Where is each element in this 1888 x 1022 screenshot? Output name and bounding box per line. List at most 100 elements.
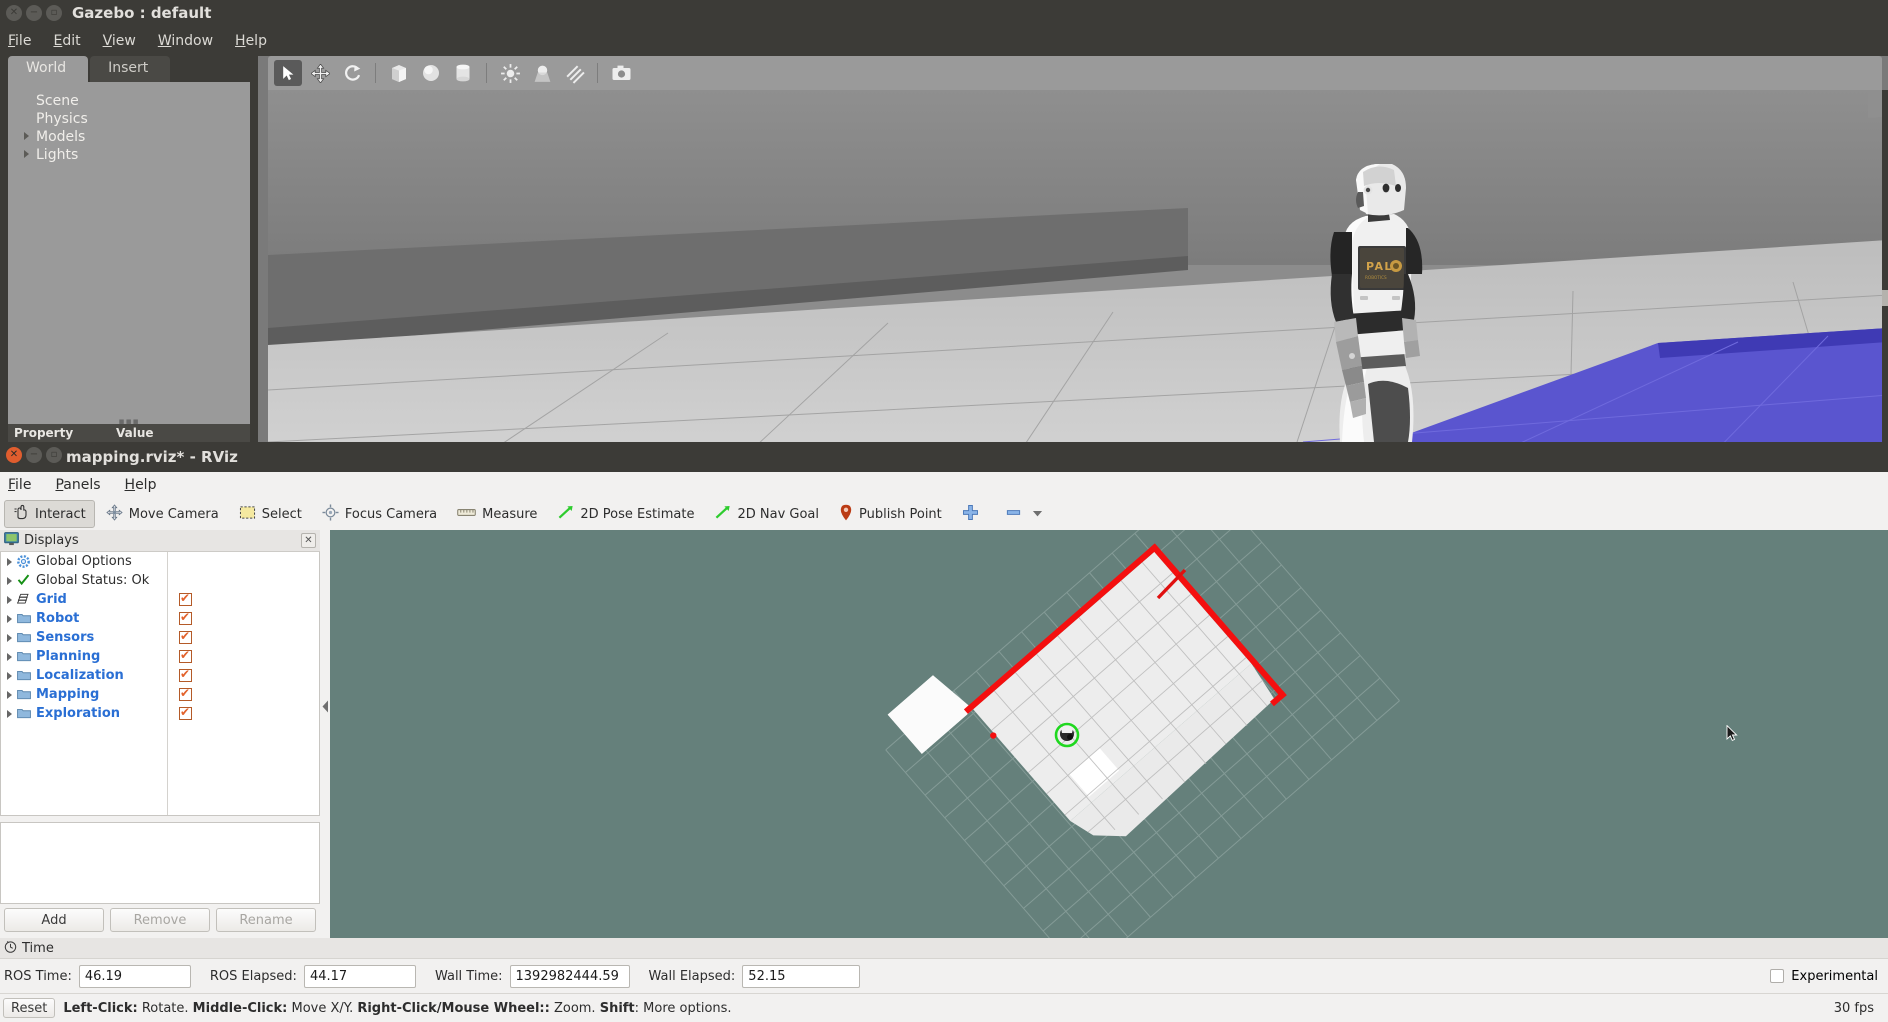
panel-resize-grip[interactable]: ▪▪▪	[8, 417, 250, 424]
display-checkbox[interactable]	[179, 707, 192, 720]
gazebo-world-tree[interactable]: Scene Physics Models Lights ▪▪▪ Property…	[8, 82, 250, 442]
rviz-menu-panels[interactable]: Panels	[55, 477, 100, 493]
experimental-checkbox[interactable]	[1770, 969, 1784, 983]
sphere-icon[interactable]	[417, 60, 445, 86]
tool-measure[interactable]: Measure	[448, 502, 546, 527]
tool-add-tool[interactable]	[953, 500, 994, 529]
display-checkbox[interactable]	[179, 650, 192, 663]
point-light-icon[interactable]	[496, 60, 524, 86]
tool-select[interactable]: Select	[230, 501, 311, 528]
gazebo-menu-bar[interactable]: File Edit View Window Help	[0, 26, 1888, 56]
rviz-3d-viewport[interactable]	[330, 530, 1888, 938]
expand-arrow-icon[interactable]	[7, 577, 12, 585]
check-icon	[17, 574, 31, 587]
wall-elapsed-input[interactable]: 52.15	[742, 965, 860, 988]
rviz-minimize-button[interactable]: −	[26, 447, 42, 463]
display-item-planning[interactable]: Planning	[1, 647, 319, 666]
rviz-window-title: mapping.rviz* - RViz	[66, 448, 238, 466]
expand-arrow-icon[interactable]	[24, 132, 29, 140]
display-checkbox[interactable]	[179, 631, 192, 644]
tool-focus-camera[interactable]: Focus Camera	[313, 500, 446, 529]
expand-arrow-icon[interactable]	[7, 672, 12, 680]
tool-remove-tool[interactable]	[996, 500, 1058, 529]
display-checkbox[interactable]	[179, 612, 192, 625]
gazebo-tab-world[interactable]: World	[8, 56, 88, 82]
expand-arrow-icon[interactable]	[7, 634, 12, 642]
displays-tree[interactable]: Global Options Global Status: Ok Grid	[0, 552, 320, 816]
gazebo-menu-help[interactable]: Help	[235, 33, 267, 49]
display-item-global-status[interactable]: Global Status: Ok	[1, 571, 319, 590]
chevron-down-icon[interactable]	[1032, 507, 1043, 522]
rviz-menu-bar[interactable]: File Panels Help	[0, 472, 1888, 498]
rviz-close-button[interactable]: ✕	[6, 447, 22, 463]
displays-buttons[interactable]: Add Remove Rename	[0, 908, 320, 932]
screenshot-icon[interactable]	[607, 60, 635, 86]
splitter-handle-icon[interactable]	[321, 698, 330, 715]
wall-time-input[interactable]: 1392982444.59	[510, 965, 630, 988]
gazebo-tab-insert[interactable]: Insert	[90, 56, 170, 82]
selection-mode-icon[interactable]	[274, 60, 302, 86]
tool-2d-pose-estimate[interactable]: 2D Pose Estimate	[548, 501, 703, 528]
grid-icon	[17, 593, 31, 606]
display-item-global-options[interactable]: Global Options	[1, 552, 319, 571]
rviz-window-controls[interactable]: ✕ − ▫	[6, 447, 62, 463]
cylinder-icon[interactable]	[449, 60, 477, 86]
expand-arrow-icon[interactable]	[7, 615, 12, 623]
add-button[interactable]: Add	[4, 908, 104, 932]
directional-light-icon[interactable]	[560, 60, 588, 86]
gazebo-tab-bar[interactable]: World Insert	[0, 56, 258, 82]
tool-publish-point[interactable]: Publish Point	[830, 500, 951, 529]
display-item-sensors[interactable]: Sensors	[1, 628, 319, 647]
time-panel: Time ROS Time: 46.19 ROS Elapsed: 44.17 …	[0, 938, 1888, 993]
box-icon[interactable]	[385, 60, 413, 86]
expand-arrow-icon[interactable]	[7, 691, 12, 699]
tool-move-camera[interactable]: Move Camera	[97, 500, 228, 529]
rviz-menu-file[interactable]: File	[8, 477, 31, 493]
gazebo-title-bar: ✕ − ▫ Gazebo : default	[0, 0, 1888, 26]
gazebo-left-panel: World Insert Scene Physics Models Lights…	[0, 56, 258, 442]
expand-arrow-icon[interactable]	[7, 596, 12, 604]
gazebo-tree-item-models[interactable]: Models	[8, 128, 250, 146]
display-checkbox[interactable]	[179, 593, 192, 606]
display-item-robot[interactable]: Robot	[1, 609, 319, 628]
spot-light-icon[interactable]	[528, 60, 556, 86]
time-panel-title: Time	[22, 941, 54, 956]
tool-interact[interactable]: Interact	[4, 500, 95, 528]
panel-splitter[interactable]	[320, 530, 330, 938]
display-item-mapping[interactable]: Mapping	[1, 685, 319, 704]
display-item-grid[interactable]: Grid	[1, 590, 319, 609]
gazebo-window: ✕ − ▫ Gazebo : default File Edit View Wi…	[0, 0, 1888, 442]
display-checkbox[interactable]	[179, 669, 192, 682]
display-checkbox[interactable]	[179, 688, 192, 701]
gazebo-vertical-scrollbar[interactable]	[1882, 90, 1888, 442]
expand-arrow-icon[interactable]	[7, 710, 12, 718]
gazebo-3d-viewport[interactable]: PAL ROBOTICS	[268, 90, 1882, 442]
tool-2d-nav-goal[interactable]: 2D Nav Goal	[705, 501, 828, 528]
gazebo-menu-window[interactable]: Window	[158, 33, 213, 49]
gazebo-tree-item-scene[interactable]: Scene	[8, 92, 250, 110]
displays-panel-icon	[4, 532, 19, 550]
scrollbar-thumb[interactable]	[1882, 290, 1888, 306]
rotate-mode-icon[interactable]	[338, 60, 366, 86]
display-item-exploration[interactable]: Exploration	[1, 704, 319, 723]
ros-elapsed-input[interactable]: 44.17	[304, 965, 416, 988]
gazebo-tree-item-physics[interactable]: Physics	[8, 110, 250, 128]
gazebo-tree-item-lights[interactable]: Lights	[8, 146, 250, 164]
gazebo-toolbar[interactable]	[268, 56, 1882, 90]
ros-time-input[interactable]: 46.19	[79, 965, 191, 988]
gazebo-menu-view[interactable]: View	[103, 33, 136, 49]
display-item-localization[interactable]: Localization	[1, 666, 319, 685]
rviz-menu-help[interactable]: Help	[125, 477, 157, 493]
gazebo-menu-file[interactable]: File	[8, 33, 31, 49]
tool-label: Select	[262, 507, 302, 522]
rviz-toolbar[interactable]: Interact Move Camera Select Focus Camera…	[0, 498, 1888, 530]
expand-arrow-icon[interactable]	[7, 653, 12, 661]
experimental-toggle[interactable]: Experimental	[1770, 969, 1888, 984]
close-icon[interactable]: ✕	[301, 533, 316, 548]
expand-arrow-icon[interactable]	[7, 558, 12, 566]
expand-arrow-icon[interactable]	[24, 150, 29, 158]
gazebo-menu-edit[interactable]: Edit	[53, 33, 80, 49]
translate-mode-icon[interactable]	[306, 60, 334, 86]
rviz-maximize-button[interactable]: ▫	[46, 447, 62, 463]
reset-button[interactable]: Reset	[3, 998, 55, 1018]
